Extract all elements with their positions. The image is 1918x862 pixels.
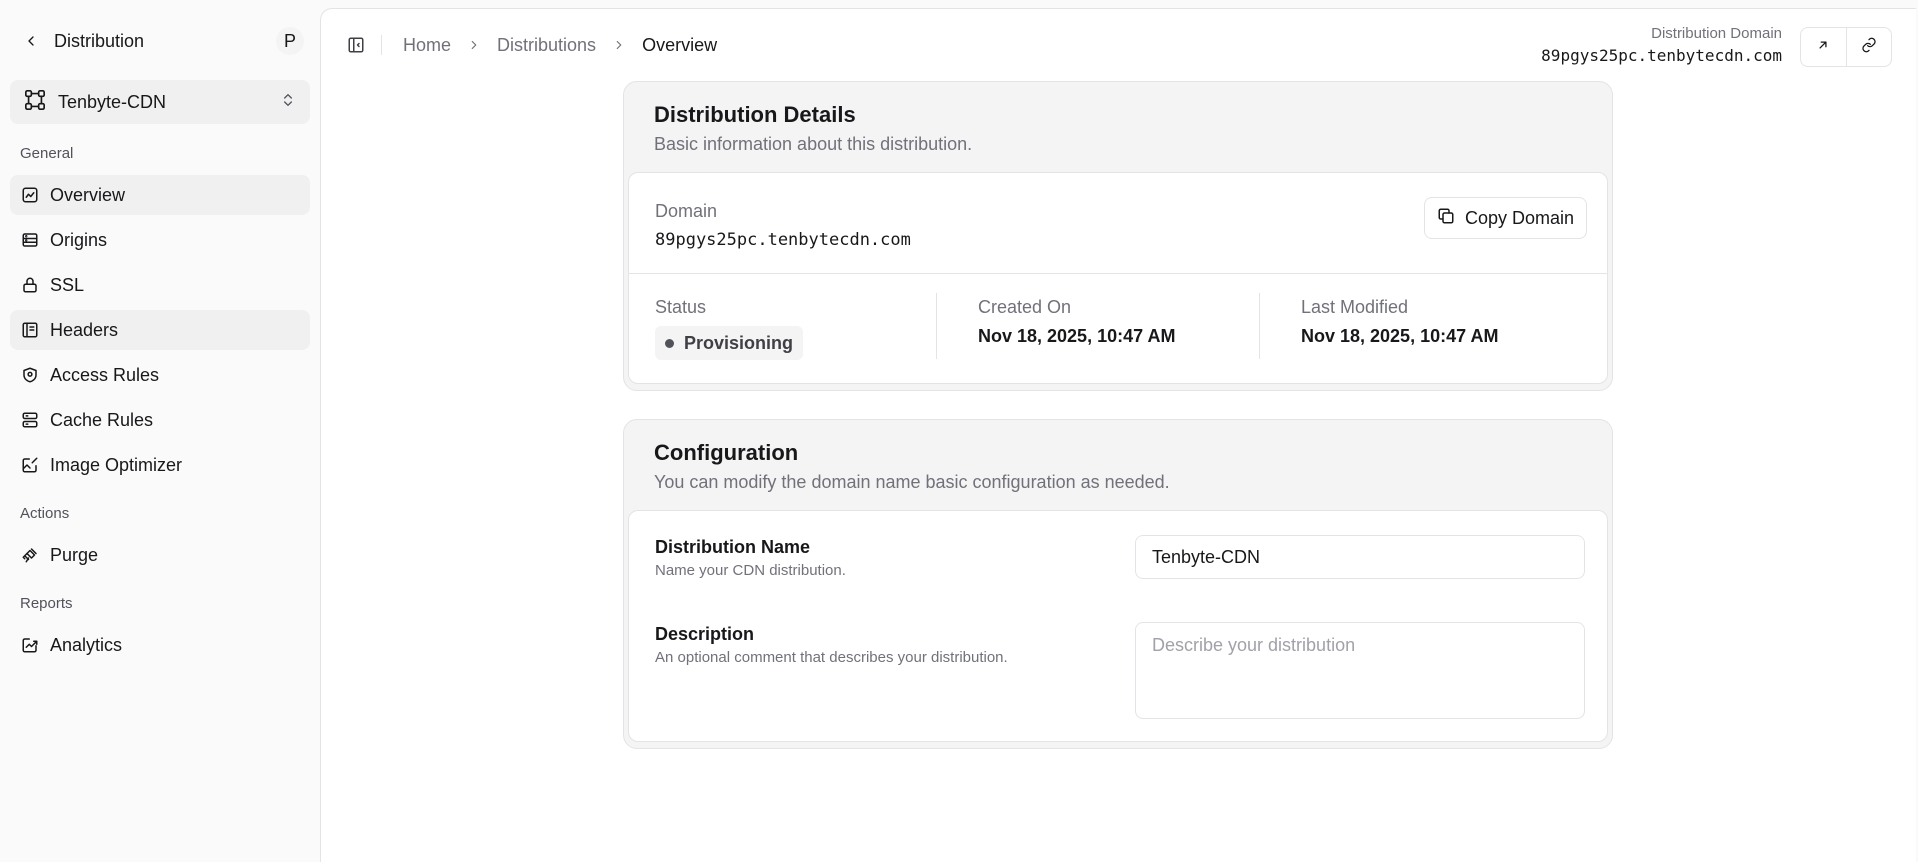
distribution-domain-label: Distribution Domain bbox=[1651, 25, 1782, 42]
sidebar-item-label: Purge bbox=[50, 544, 99, 565]
card-description: Basic information about this distributio… bbox=[654, 134, 973, 154]
column-divider bbox=[1259, 293, 1260, 359]
open-external-button[interactable] bbox=[1801, 28, 1846, 66]
copy-icon bbox=[1437, 207, 1455, 230]
sidebar-item-label: Cache Rules bbox=[50, 409, 154, 430]
domain-label: Domain bbox=[655, 201, 718, 221]
book-icon bbox=[20, 320, 40, 340]
details-panel: Domain 89pgys25pc.tenbytecdn.com Copy Do… bbox=[628, 172, 1608, 384]
breadcrumb-distributions[interactable]: Distributions bbox=[497, 35, 596, 56]
domain-value: 89pgys25pc.tenbytecdn.com bbox=[655, 230, 911, 250]
shield-icon bbox=[20, 365, 40, 385]
sidebar-item-label: Origins bbox=[50, 229, 108, 250]
created-value: Nov 18, 2025, 10:47 AM bbox=[978, 326, 1176, 346]
modified-block: Last Modified Nov 18, 2025, 10:47 AM bbox=[1301, 297, 1498, 347]
configuration-form: Distribution Name Name your CDN distribu… bbox=[628, 510, 1608, 742]
sidebar-item-origins[interactable]: Origins bbox=[10, 220, 310, 260]
card-description: You can modify the domain name basic con… bbox=[654, 472, 1170, 492]
sidebar-item-access-rules[interactable]: Access Rules bbox=[10, 355, 310, 395]
group-label-reports: Reports bbox=[20, 595, 73, 612]
sidebar-item-headers[interactable]: Headers bbox=[10, 310, 310, 350]
modified-label: Last Modified bbox=[1301, 297, 1409, 317]
column-divider bbox=[936, 293, 937, 359]
sidebar-item-label: Overview bbox=[50, 184, 126, 205]
sidebar-item-label: Access Rules bbox=[50, 364, 160, 385]
breadcrumb-overview: Overview bbox=[642, 34, 718, 55]
sidebar-item-label: Analytics bbox=[50, 634, 123, 655]
breadcrumb: Home Distributions Overview bbox=[403, 33, 717, 57]
sidebar-item-label: SSL bbox=[50, 274, 85, 295]
network-icon bbox=[24, 89, 46, 116]
link-icon bbox=[1861, 37, 1877, 58]
distribution-name-input[interactable] bbox=[1135, 535, 1585, 579]
top-bar: Home Distributions Overview Distribution… bbox=[321, 9, 1916, 79]
chart-line-icon bbox=[20, 185, 40, 205]
modified-value: Nov 18, 2025, 10:47 AM bbox=[1301, 326, 1499, 346]
group-label-actions: Actions bbox=[20, 505, 70, 522]
card-title: Distribution Details bbox=[654, 102, 856, 127]
domain-actions bbox=[1800, 27, 1892, 67]
description-label: Description bbox=[655, 624, 755, 644]
avatar[interactable]: P bbox=[276, 27, 304, 55]
lock-icon bbox=[20, 275, 40, 295]
sidebar-item-cache-rules[interactable]: Cache Rules bbox=[10, 400, 310, 440]
status-value: Provisioning bbox=[684, 332, 794, 353]
sidebar-header: Distribution P bbox=[20, 24, 304, 58]
distribution-domain: Distribution Domain 89pgys25pc.tenbytecd… bbox=[1541, 25, 1782, 65]
image-edit-icon bbox=[20, 455, 40, 475]
database-icon bbox=[20, 410, 40, 430]
distribution-name-label: Distribution Name bbox=[655, 537, 811, 557]
sidebar-item-overview[interactable]: Overview bbox=[10, 175, 310, 215]
description-hint: An optional comment that describes your … bbox=[655, 649, 1008, 666]
back-icon[interactable] bbox=[20, 30, 42, 52]
group-label-general: General bbox=[20, 145, 74, 162]
created-block: Created On Nov 18, 2025, 10:47 AM bbox=[978, 297, 1175, 347]
status-label: Status bbox=[655, 297, 707, 317]
sidebar-title: Distribution bbox=[54, 30, 145, 51]
distribution-name-hint: Name your CDN distribution. bbox=[655, 562, 846, 579]
sidebar: Distribution P Tenbyte-CDN General Overv… bbox=[0, 0, 320, 862]
description-field-text: Description An optional comment that des… bbox=[655, 624, 1008, 666]
details-divider bbox=[629, 273, 1607, 274]
distribution-switcher[interactable]: Tenbyte-CDN bbox=[10, 80, 310, 124]
chart-up-icon bbox=[20, 635, 40, 655]
name-field-text: Distribution Name Name your CDN distribu… bbox=[655, 537, 846, 579]
sidebar-item-purge[interactable]: Purge bbox=[10, 535, 310, 575]
distribution-details-card: Distribution Details Basic information a… bbox=[623, 81, 1613, 391]
status-block: Status Provisioning bbox=[655, 297, 804, 360]
status-badge: Provisioning bbox=[655, 326, 804, 360]
sidebar-item-label: Image Optimizer bbox=[50, 454, 183, 475]
sidebar-item-ssl[interactable]: SSL bbox=[10, 265, 310, 305]
status-dot-icon bbox=[665, 338, 674, 348]
configuration-card: Configuration You can modify the domain … bbox=[623, 419, 1613, 749]
brush-icon bbox=[20, 545, 40, 565]
arrow-up-right-icon bbox=[1816, 38, 1830, 57]
chevron-right-icon bbox=[612, 38, 626, 52]
distribution-domain-value: 89pgys25pc.tenbytecdn.com bbox=[1541, 46, 1782, 65]
chevron-right-icon bbox=[467, 38, 481, 52]
domain-block: Domain 89pgys25pc.tenbytecdn.com bbox=[655, 201, 911, 250]
toolbar-divider bbox=[381, 35, 382, 55]
copy-domain-button[interactable]: Copy Domain bbox=[1423, 197, 1587, 239]
sidebar-item-label: Headers bbox=[50, 319, 119, 340]
card-title: Configuration bbox=[654, 440, 799, 465]
sidebar-item-image-optimizer[interactable]: Image Optimizer bbox=[10, 445, 310, 485]
distribution-switcher-label: Tenbyte-CDN bbox=[58, 91, 167, 112]
description-textarea[interactable] bbox=[1135, 622, 1585, 719]
main-panel: Home Distributions Overview Distribution… bbox=[320, 8, 1916, 862]
chevrons-up-down-icon bbox=[280, 92, 296, 113]
copy-link-button[interactable] bbox=[1845, 28, 1891, 66]
copy-domain-label: Copy Domain bbox=[1464, 207, 1574, 228]
breadcrumb-home[interactable]: Home bbox=[403, 35, 451, 56]
sidebar-toggle-icon[interactable] bbox=[345, 34, 367, 56]
server-icon bbox=[20, 230, 40, 250]
sidebar-item-analytics[interactable]: Analytics bbox=[10, 625, 310, 665]
created-label: Created On bbox=[978, 297, 1072, 317]
